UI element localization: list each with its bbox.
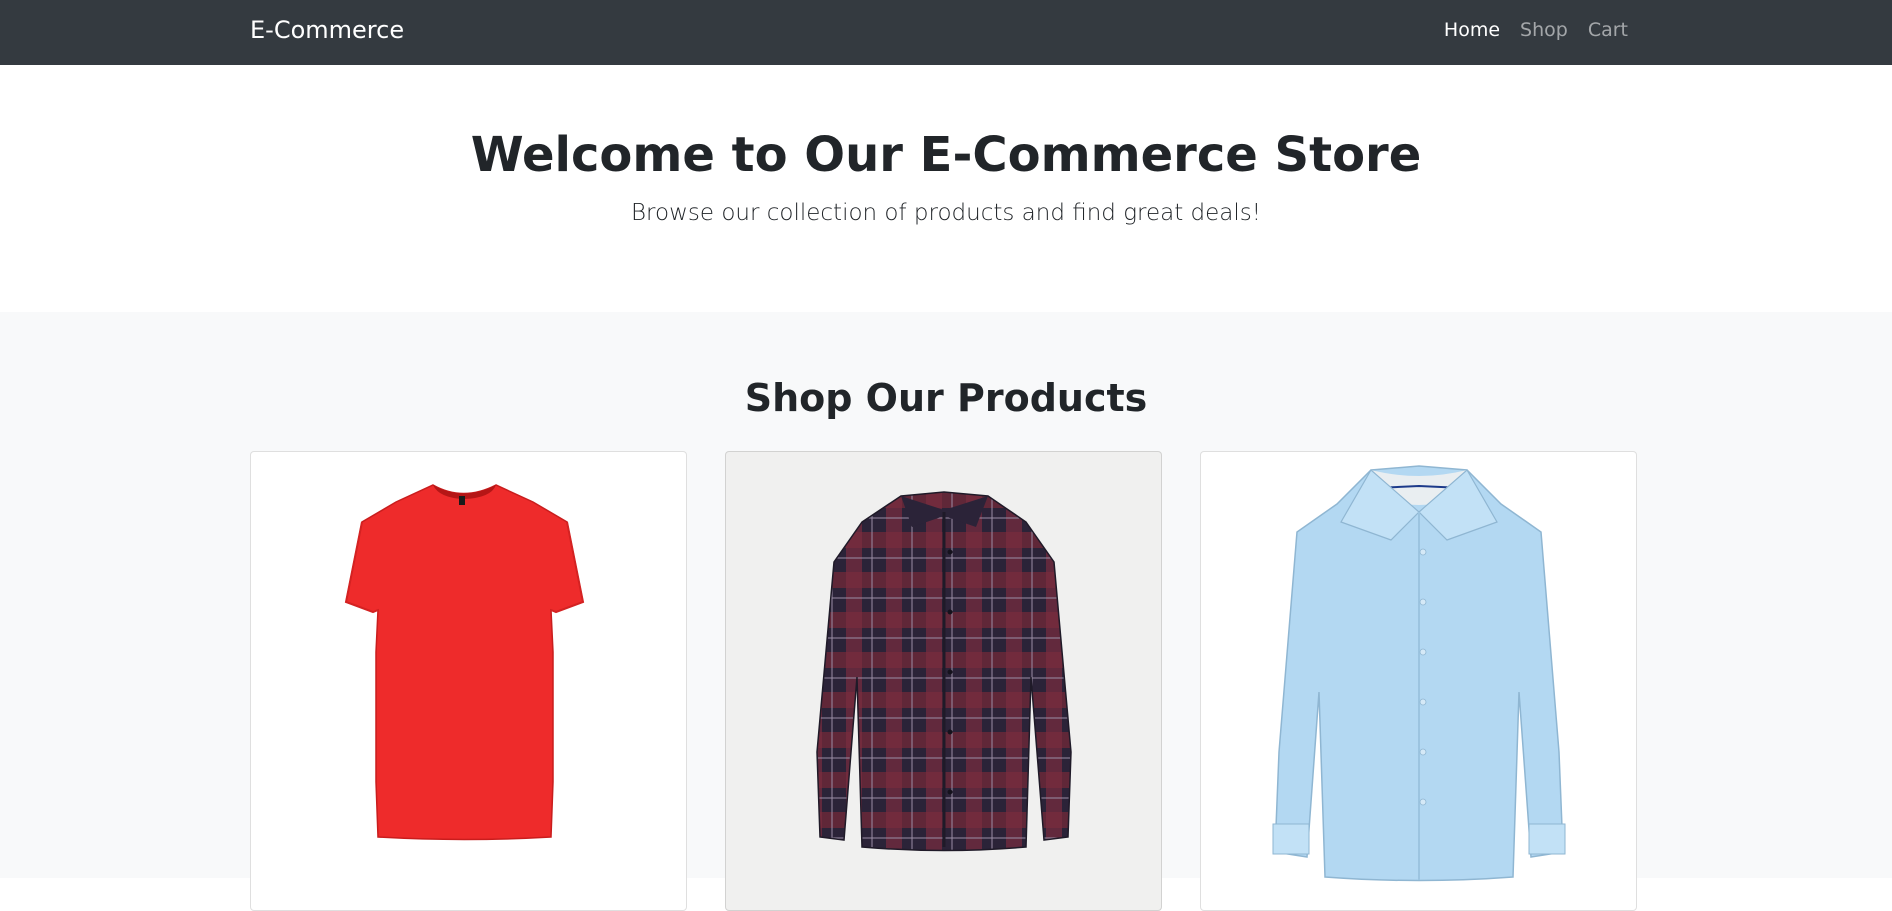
product-card-blue-shirt[interactable] [1200, 451, 1637, 911]
products-section: Shop Our Products [0, 312, 1892, 911]
blue-shirt-image [1272, 465, 1566, 882]
nav-links: Home Shop Cart [1444, 19, 1628, 41]
hero-title: Welcome to Our E-Commerce Store [470, 127, 1422, 183]
hero-section: Welcome to Our E-Commerce Store Browse o… [0, 65, 1892, 312]
products-heading: Shop Our Products [744, 376, 1148, 420]
nav-link-home[interactable]: Home [1444, 19, 1500, 41]
nav-link-shop[interactable]: Shop [1520, 19, 1568, 41]
product-card-plaid-shirt[interactable] [725, 451, 1162, 911]
product-card-red-tshirt[interactable] [250, 451, 687, 911]
navbar: E-Commerce Home Shop Cart [0, 0, 1892, 65]
hero-subtitle: Browse our collection of products and fi… [631, 200, 1261, 226]
red-tshirt-image [344, 484, 585, 841]
brand-link[interactable]: E-Commerce [250, 16, 404, 44]
nav-link-cart[interactable]: Cart [1588, 19, 1628, 41]
plaid-shirt-image [816, 491, 1072, 852]
